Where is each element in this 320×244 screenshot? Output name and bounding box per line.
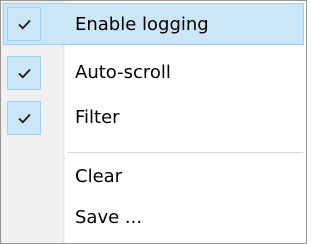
menu-item-label: Clear — [75, 166, 123, 187]
checkmark-icon — [7, 56, 41, 90]
menu-item-save[interactable]: Save ... — [3, 197, 304, 239]
menu-item-label: Filter — [75, 107, 120, 128]
menu-item-label: Auto-scroll — [75, 62, 171, 83]
context-menu: Enable logging Auto-scroll Filter Clear … — [0, 0, 307, 244]
menu-item-label: Enable logging — [75, 14, 209, 35]
checkmark-icon — [7, 7, 41, 41]
menu-item-enable-logging[interactable]: Enable logging — [3, 3, 304, 45]
checkmark-icon — [7, 101, 41, 135]
menu-item-auto-scroll[interactable]: Auto-scroll — [3, 52, 304, 94]
menu-separator — [67, 152, 303, 153]
menu-item-filter[interactable]: Filter — [3, 97, 304, 139]
menu-item-label: Save ... — [75, 207, 143, 228]
menu-item-clear[interactable]: Clear — [3, 156, 304, 198]
